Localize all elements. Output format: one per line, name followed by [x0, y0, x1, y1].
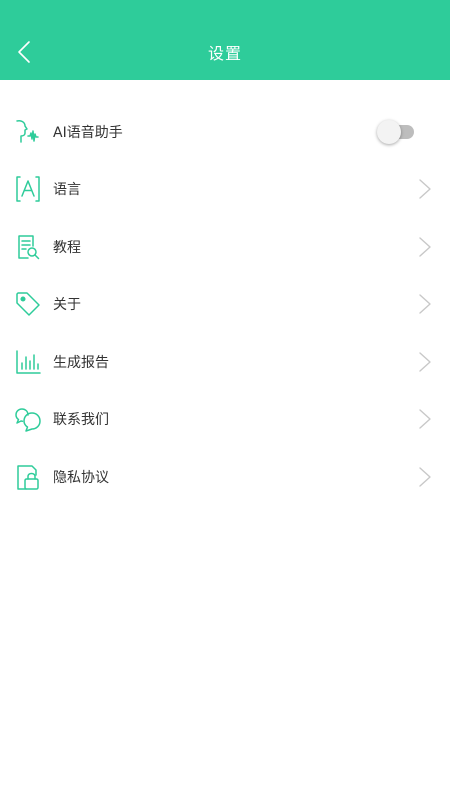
setting-label: 教程 — [53, 239, 81, 256]
setting-label: 隐私协议 — [53, 469, 109, 486]
settings-list: AI语音助手 语言 教程 关于 生成报告 联系我们 隐私协议 — [0, 103, 450, 506]
setting-item-contact-us[interactable]: 联系我们 — [0, 391, 450, 449]
setting-label: AI语音助手 — [53, 124, 123, 141]
chevron-right-icon — [419, 409, 431, 429]
tutorial-icon — [18, 235, 40, 259]
toggle-knob — [377, 119, 401, 144]
chevron-right-icon — [419, 294, 431, 314]
page-title: 设置 — [207, 44, 242, 63]
bar-chart-icon — [16, 350, 41, 374]
setting-item-ai-voice-assistant[interactable]: AI语音助手 — [0, 103, 450, 161]
language-icon — [16, 176, 40, 202]
chat-bubbles-icon — [15, 408, 41, 432]
setting-label: 语言 — [53, 182, 81, 199]
setting-item-privacy-agreement[interactable]: 隐私协议 — [0, 448, 450, 506]
voice-assistant-icon — [16, 119, 39, 143]
tag-icon — [16, 292, 40, 316]
setting-item-tutorial[interactable]: 教程 — [0, 218, 450, 276]
chevron-right-icon — [419, 352, 431, 372]
setting-label: 联系我们 — [53, 412, 109, 429]
chevron-right-icon — [419, 179, 431, 199]
chevron-right-icon — [419, 237, 431, 257]
chevron-right-icon — [419, 467, 431, 487]
privacy-lock-icon — [17, 465, 39, 490]
setting-item-generate-report[interactable]: 生成报告 — [0, 333, 450, 391]
setting-label: 生成报告 — [53, 354, 109, 371]
app-header: 设置 — [0, 0, 450, 80]
ai-voice-toggle[interactable] — [377, 119, 415, 144]
setting-item-about[interactable]: 关于 — [0, 276, 450, 334]
setting-label: 关于 — [53, 297, 81, 314]
setting-item-language[interactable]: 语言 — [0, 161, 450, 219]
